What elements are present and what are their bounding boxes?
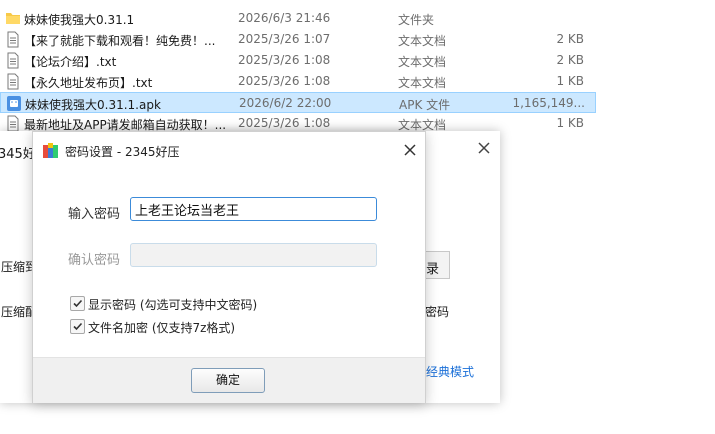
- text-file-icon: [5, 31, 21, 48]
- bg-classic-mode-link[interactable]: 经典模式: [426, 363, 474, 380]
- bg-close-icon[interactable]: [476, 140, 492, 156]
- file-name: 【永久地址发布页】.txt: [24, 76, 153, 90]
- file-size: 2 KB: [556, 32, 584, 46]
- file-type: 文本文档: [398, 34, 447, 48]
- password-label: 输入密码: [68, 207, 121, 222]
- file-row-selected[interactable]: 妹妹使我强大0.31.1.apk 2026/6/2 22:00 APK 文件 1…: [0, 92, 596, 113]
- encrypt-filenames-label: 文件名加密 (仅支持7z格式): [88, 321, 236, 335]
- file-date: 2025/3/26 1:07: [238, 32, 331, 46]
- file-type: 文本文档: [398, 76, 447, 90]
- bg-password-text: 密码: [425, 305, 450, 319]
- file-date: 2025/3/26 1:08: [238, 74, 331, 88]
- file-type: APK 文件: [399, 98, 451, 112]
- text-file-icon: [5, 73, 21, 90]
- dialog-title: 密码设置 - 2345好压: [65, 145, 180, 159]
- file-type: 文件夹: [398, 13, 435, 27]
- apk-file-icon: [6, 95, 22, 112]
- folder-icon: [5, 10, 21, 27]
- show-password-checkbox[interactable]: [70, 296, 85, 311]
- file-name: 【论坛介绍】.txt: [24, 55, 117, 69]
- file-type: 文本文档: [398, 55, 447, 69]
- ok-button[interactable]: 确定: [191, 368, 265, 393]
- dialog-close-icon[interactable]: [402, 142, 418, 158]
- file-date: 2025/3/26 1:08: [238, 53, 331, 67]
- show-password-label: 显示密码 (勾选可支持中文密码): [88, 298, 258, 312]
- file-name: 【来了就能下载和观看！纯免费！...: [24, 34, 216, 48]
- file-size: 2 KB: [556, 53, 584, 67]
- file-row[interactable]: 妹妹使我强大0.31.1 2026/6/3 21:46 文件夹: [0, 8, 715, 29]
- text-file-icon: [5, 52, 21, 69]
- dialog-footer: 确定: [33, 357, 425, 403]
- file-size: 1 KB: [556, 116, 584, 130]
- file-row[interactable]: 【来了就能下载和观看！纯免费！... 2025/3/26 1:07 文本文档 2…: [0, 29, 715, 50]
- dialog-body: 输入密码 确认密码 显示密码 (勾选可支持中文密码) 文件名加密 (仅支持7z格…: [33, 169, 425, 357]
- file-name: 妹妹使我强大0.31.1.apk: [25, 98, 161, 112]
- file-date: 2026/6/2 22:00: [239, 96, 332, 110]
- confirm-password-input: [130, 243, 377, 267]
- file-row[interactable]: 【永久地址发布页】.txt 2025/3/26 1:08 文本文档 1 KB: [0, 71, 715, 92]
- file-name: 妹妹使我强大0.31.1: [24, 13, 135, 27]
- password-dialog: 密码设置 - 2345好压 输入密码 确认密码 显示密码 (勾选可支持中文密码)…: [32, 131, 426, 403]
- text-file-icon: [5, 115, 21, 132]
- file-date: 2025/3/26 1:08: [238, 116, 331, 130]
- file-date: 2026/6/3 21:46: [238, 11, 331, 25]
- file-size: 1,165,149...: [512, 96, 585, 110]
- password-input[interactable]: [130, 197, 377, 221]
- file-size: 1 KB: [556, 74, 584, 88]
- app-logo-icon: [42, 142, 59, 159]
- confirm-password-label: 确认密码: [68, 253, 121, 268]
- file-row[interactable]: 【论坛介绍】.txt 2025/3/26 1:08 文本文档 2 KB: [0, 50, 715, 71]
- encrypt-filenames-checkbox[interactable]: [70, 319, 85, 334]
